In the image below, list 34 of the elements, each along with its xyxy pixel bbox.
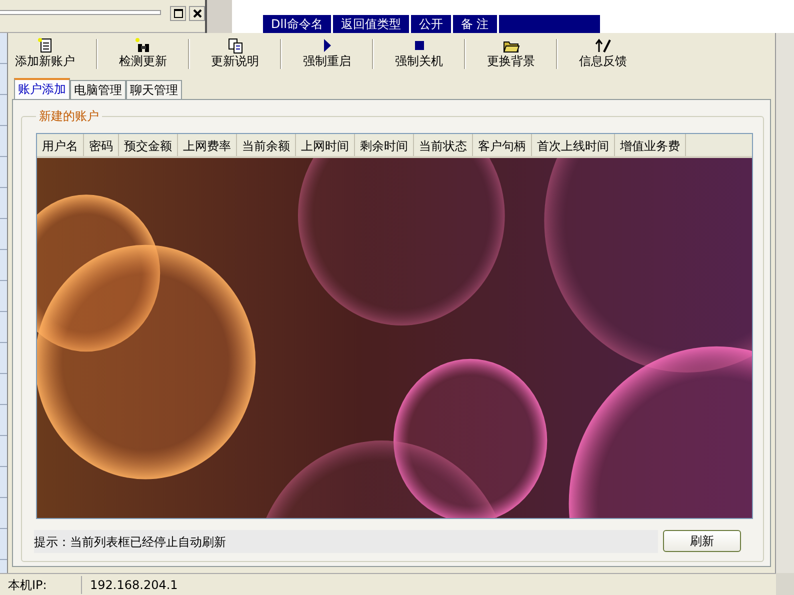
column-header[interactable]: 首次上线时间 (532, 134, 615, 156)
toolbar-button[interactable]: 添加新账户 (12, 37, 78, 69)
toolbar-button[interactable]: 信息反馈 (576, 37, 630, 69)
column-header[interactable]: 当前余额 (237, 134, 296, 156)
column-header[interactable]: 客户句柄 (473, 134, 532, 156)
column-header[interactable]: 当前状态 (414, 134, 473, 156)
document-icon (36, 37, 54, 54)
ip-address: 192.168.204.1 (89, 578, 178, 592)
column-header[interactable]: 上网费率 (178, 134, 237, 156)
refresh-button[interactable]: 刷新 (663, 530, 741, 552)
column-header[interactable]: 剩余时间 (355, 134, 414, 156)
toolbar-button[interactable]: 更换背景 (484, 37, 538, 69)
toolbar-button[interactable]: 更新说明 (208, 37, 262, 69)
documents-icon (226, 37, 244, 54)
group-title: 新建的账户 (38, 108, 100, 125)
column-header[interactable]: 增值业务费 (615, 134, 686, 156)
close-icon (192, 9, 202, 18)
maximize-icon (174, 9, 182, 18)
hint-text: 提示：当前列表框已经停止自动刷新 (34, 530, 658, 552)
close-button[interactable] (189, 6, 205, 21)
column-header[interactable]: 密码 (84, 134, 119, 156)
column-header[interactable]: 预交金额 (119, 134, 178, 156)
pen-icon (594, 37, 612, 54)
tab[interactable]: 聊天管理 (126, 80, 182, 99)
status-label: 本机IP: (0, 576, 82, 594)
toolbar-button[interactable]: 强制重启 (300, 37, 354, 69)
column-header[interactable]: 用户名 (37, 134, 84, 156)
toolbar-button[interactable]: 强制关机 (392, 37, 446, 69)
toolbar-button[interactable]: 检测更新 (116, 37, 170, 69)
column-header[interactable]: 上网时间 (296, 134, 355, 156)
tab[interactable]: 电脑管理 (70, 80, 126, 99)
tab[interactable]: 账户添加 (14, 78, 70, 99)
maximize-button[interactable] (170, 6, 186, 21)
binoculars-icon (134, 37, 152, 54)
